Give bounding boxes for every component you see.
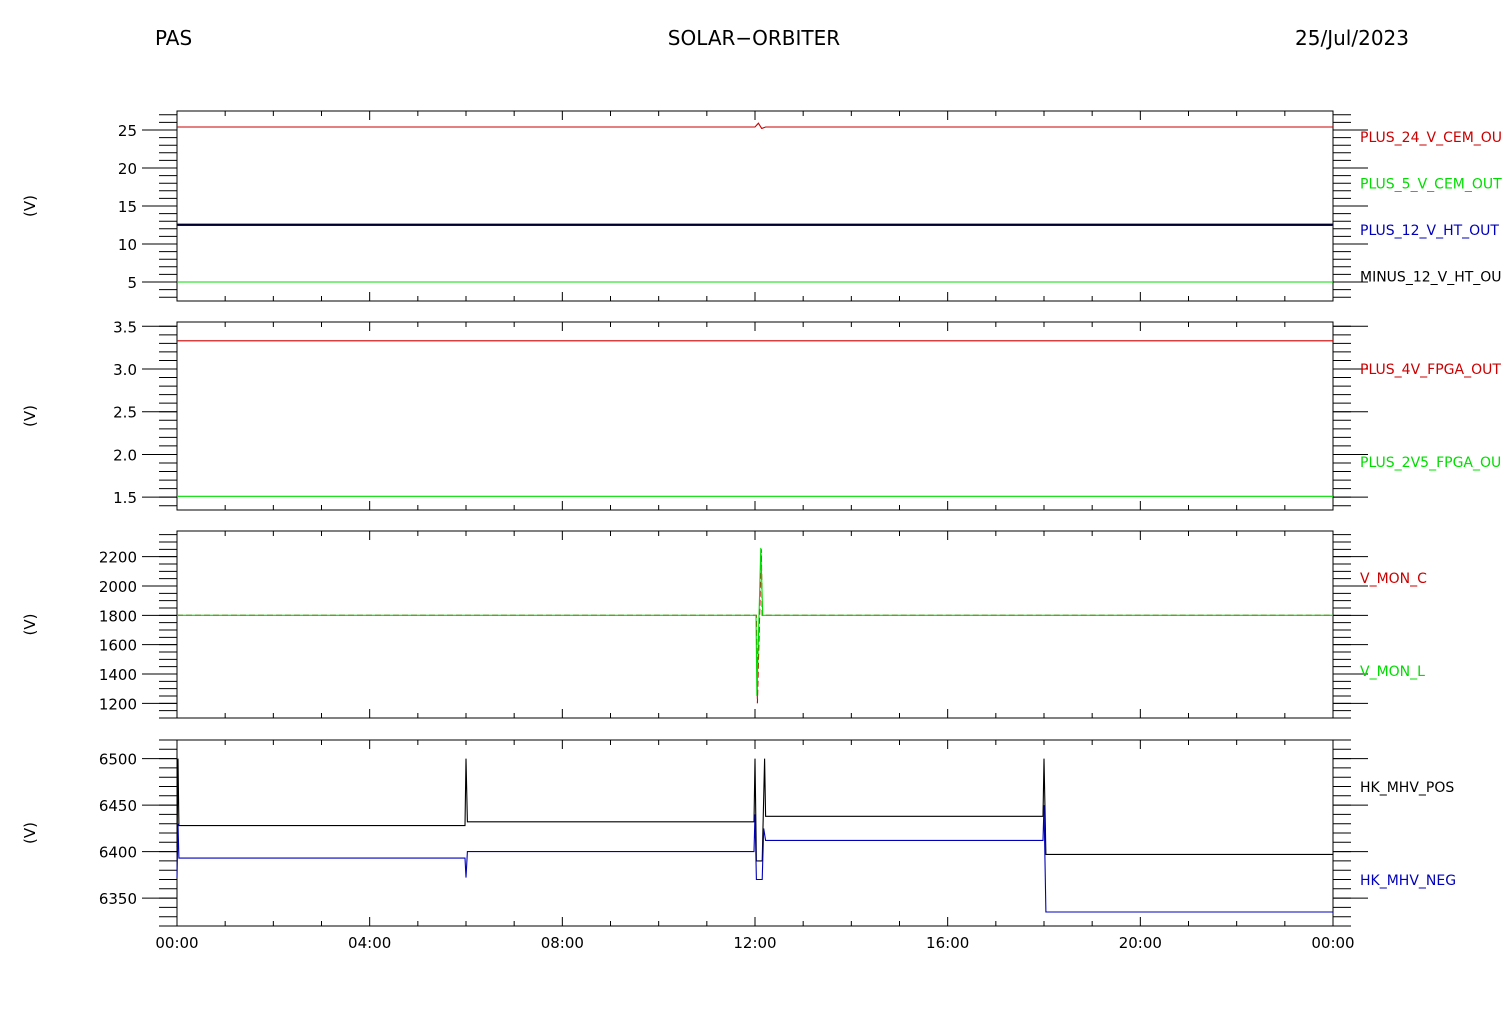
- y-tick-label: 2000: [99, 578, 137, 596]
- y-tick-label: 2.5: [113, 404, 137, 422]
- y-tick-label: 6400: [99, 844, 137, 862]
- x-tick-label: 12:00: [733, 934, 776, 952]
- y-tick-label: 1200: [99, 695, 137, 713]
- y-tick-label: 25: [118, 122, 137, 140]
- panel-2: 1.5 2.0 2.5 3.0 3.5 (V) PLUS_4V_FPGA_OUT PLUS_2…: [21, 318, 1501, 511]
- series-line-v_mon_c: [177, 549, 1333, 704]
- x-tick-label: 00:00: [1311, 934, 1354, 952]
- panel-4: 6350 6400 6450 6500 (V) HK_MHV_POS HK_MHV_NEG 0…: [21, 739, 1456, 952]
- series-line-plus_24_v_cem_ou: [177, 122, 1333, 130]
- y-tick-label: 1600: [99, 637, 137, 655]
- series-line-hk_mhv_neg: [176, 805, 1333, 913]
- chart-figure: PAS SOLAR−ORBITER 25/Jul/2023 5 10 15 20 25 (…: [0, 0, 1512, 1020]
- y-axis-label: (V): [21, 195, 39, 217]
- y-tick-label: 1.5: [113, 489, 137, 507]
- instrument-label: PAS: [155, 26, 192, 50]
- y-tick-label: 2.0: [113, 446, 137, 464]
- y-tick-label: 6450: [99, 797, 137, 815]
- y-tick-label: 1400: [99, 666, 137, 684]
- y-tick-label: 2200: [99, 549, 137, 567]
- legend-label: HK_MHV_POS: [1360, 780, 1454, 796]
- panel-3: 1200 1400 1600 1800 2000 2200 (V) V_MON_C V_MON_…: [21, 530, 1427, 719]
- y-tick-label: 1800: [99, 607, 137, 625]
- series-line-v_mon_l: [177, 547, 1333, 697]
- y-tick-label: 20: [118, 160, 137, 178]
- legend-label: PLUS_24_V_CEM_OU: [1360, 130, 1502, 146]
- chart-svg: PAS SOLAR−ORBITER 25/Jul/2023 5 10 15 20 25 (…: [21, 26, 1502, 952]
- legend-label: PLUS_5_V_CEM_OUT: [1360, 177, 1502, 193]
- y-axis-label: (V): [21, 614, 39, 636]
- x-tick-label: 00:00: [155, 934, 198, 952]
- legend-label: V_MON_L: [1360, 664, 1425, 680]
- legend-label: PLUS_12_V_HT_OUT: [1360, 223, 1499, 239]
- x-tick-label: 20:00: [1119, 934, 1162, 952]
- y-tick-label: 5: [127, 274, 137, 292]
- x-tick-label: 04:00: [348, 934, 391, 952]
- y-tick-label: 10: [118, 236, 137, 254]
- y-tick-label: 3.0: [113, 361, 137, 379]
- panel-frame: [176, 110, 1334, 302]
- series-line-hk_mhv_pos: [176, 758, 1333, 862]
- date-label: 25/Jul/2023: [1295, 26, 1409, 50]
- legend-label: HK_MHV_NEG: [1360, 873, 1456, 889]
- panel-frame: [176, 530, 1334, 719]
- x-tick-label: 08:00: [541, 934, 584, 952]
- legend-label: MINUS_12_V_HT_OU: [1360, 270, 1502, 286]
- panels-group: 5 10 15 20 25 (V) PLUS_24_V_CEM_OU PLUS_5_V_CEM…: [21, 110, 1502, 952]
- panel-frame: [176, 321, 1334, 511]
- x-tick-label: 16:00: [926, 934, 969, 952]
- panel-1: 5 10 15 20 25 (V) PLUS_24_V_CEM_OU PLUS_5_V_CEM…: [21, 110, 1502, 302]
- mission-title: SOLAR−ORBITER: [668, 26, 840, 50]
- y-axis-label: (V): [21, 822, 39, 844]
- y-tick-label: 15: [118, 198, 137, 216]
- legend-label: V_MON_C: [1360, 571, 1427, 587]
- legend-label: PLUS_2V5_FPGA_OU: [1360, 455, 1501, 471]
- y-axis-label: (V): [21, 405, 39, 427]
- y-tick-label: 3.5: [113, 318, 137, 336]
- legend-label: PLUS_4V_FPGA_OUT: [1360, 362, 1501, 378]
- y-tick-label: 6350: [99, 890, 137, 908]
- y-tick-label: 6500: [99, 751, 137, 769]
